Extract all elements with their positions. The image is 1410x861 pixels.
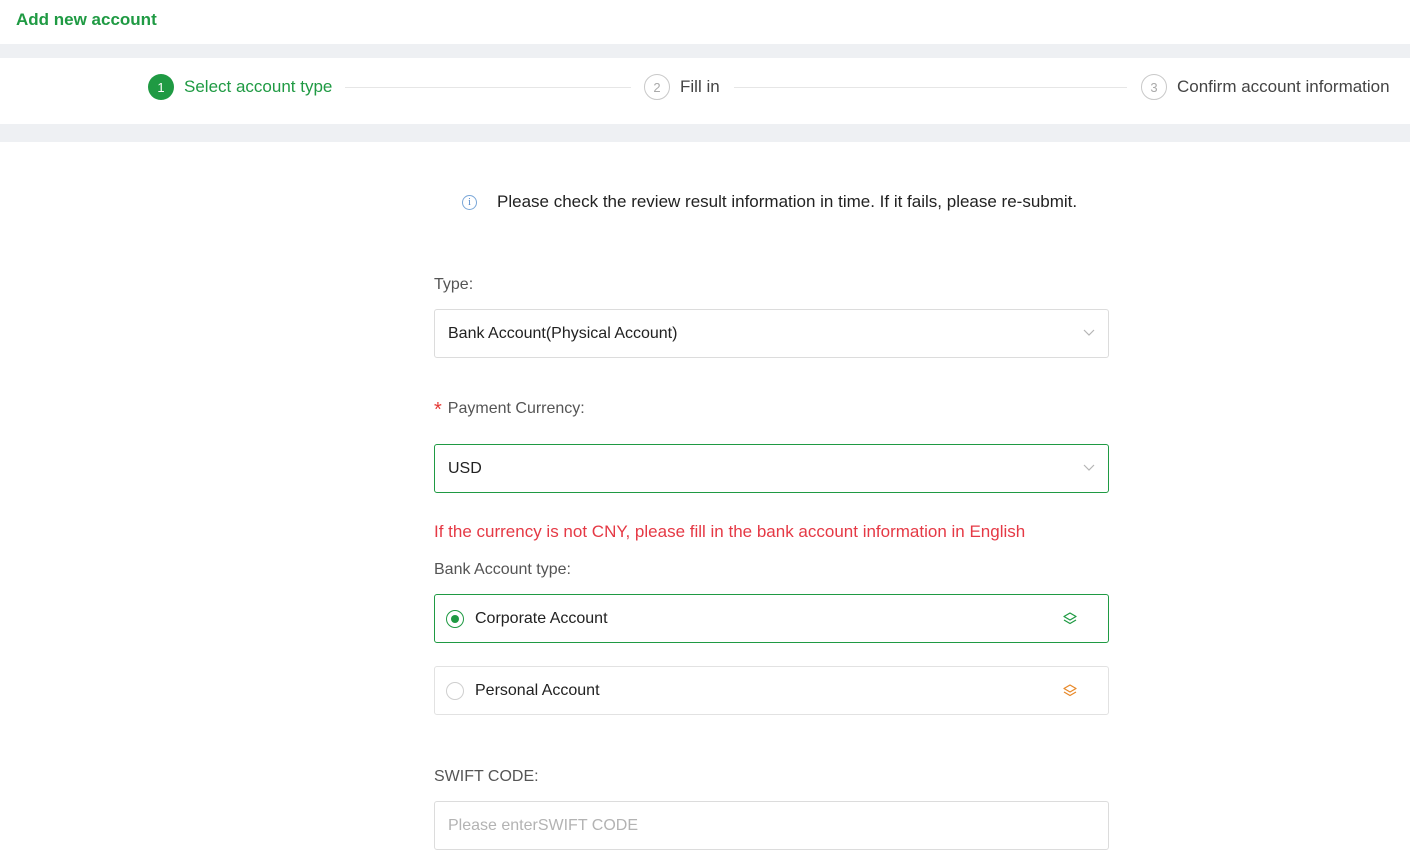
step-2: 2 Fill in (644, 74, 720, 100)
payment-currency-value: USD (448, 459, 482, 477)
personal-account-option[interactable]: Personal Account (434, 666, 1109, 715)
chevron-down-icon (1083, 464, 1095, 471)
page-title: Add new account (16, 10, 157, 29)
currency-warning: If the currency is not CNY, please fill … (434, 522, 1026, 541)
review-notice: i Please check the review result informa… (462, 192, 1077, 212)
step-3: 3 Confirm account information (1141, 74, 1390, 100)
step-3-number: 3 (1141, 74, 1167, 100)
payment-currency-label: Payment Currency: (447, 400, 585, 417)
layers-icon (1063, 684, 1077, 697)
corporate-account-label: Corporate Account (475, 609, 608, 627)
step-connector (345, 87, 631, 88)
bank-account-type-label: Bank Account type: (434, 561, 571, 578)
info-icon: i (462, 194, 477, 210)
required-mark: * (434, 399, 442, 421)
step-1: 1 Select account type (148, 74, 332, 100)
page-header: Add new account (0, 0, 1410, 44)
notice-text: Please check the review result informati… (497, 192, 1078, 211)
type-select[interactable]: Bank Account(Physical Account) (434, 309, 1109, 358)
section-divider (0, 44, 1410, 58)
step-1-number: 1 (148, 74, 174, 100)
corporate-account-option[interactable]: Corporate Account (434, 594, 1109, 643)
step-1-label: Select account type (184, 77, 333, 96)
personal-account-label: Personal Account (475, 681, 600, 699)
payment-currency-label-row: * Payment Currency: (434, 396, 585, 421)
step-3-label: Confirm account information (1177, 77, 1390, 96)
chevron-down-icon (1083, 329, 1095, 336)
payment-currency-select[interactable]: USD (434, 444, 1109, 493)
personal-account-radio[interactable] (446, 681, 464, 700)
step-2-label: Fill in (680, 77, 720, 96)
step-2-number: 2 (644, 74, 670, 100)
swift-code-input[interactable] (434, 801, 1109, 850)
layers-icon (1063, 612, 1077, 625)
step-progress: 1 Select account type 2 Fill in 3 Confir… (0, 58, 1410, 124)
corporate-account-radio[interactable] (446, 609, 464, 628)
swift-code-label: SWIFT CODE: (434, 768, 539, 785)
type-label: Type: (434, 276, 474, 293)
step-connector (734, 87, 1127, 88)
type-select-value: Bank Account(Physical Account) (448, 324, 678, 342)
section-divider (0, 124, 1410, 142)
